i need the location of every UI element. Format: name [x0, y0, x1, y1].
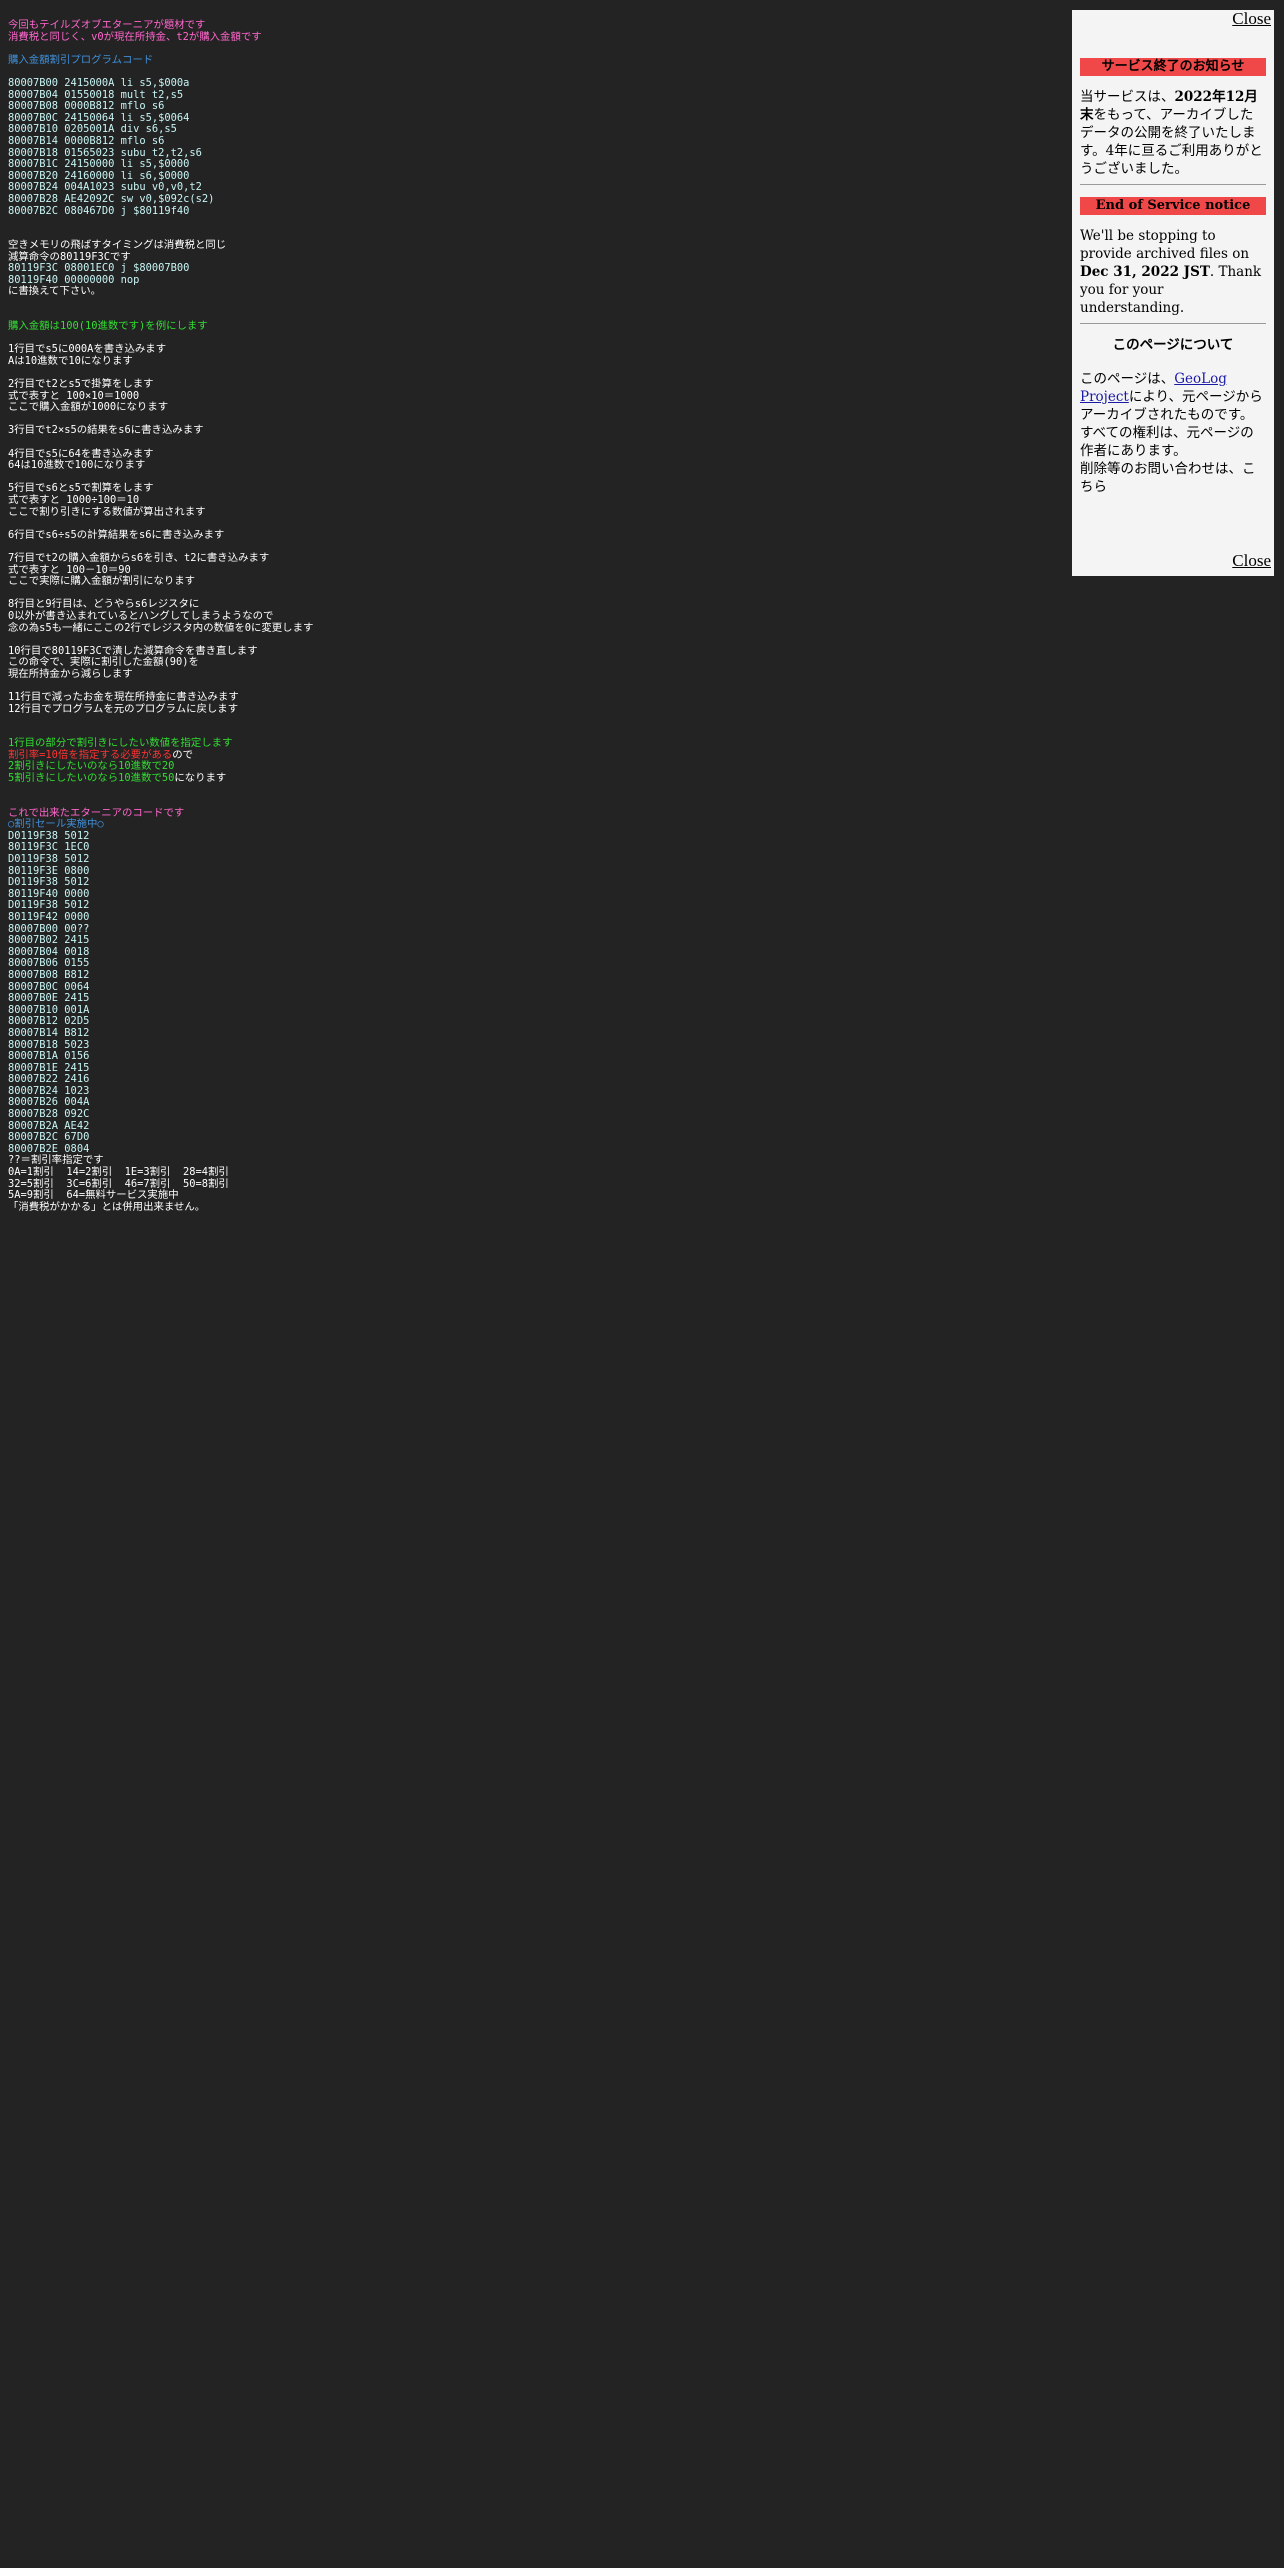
explain-line: 式で表すと 1000÷100＝10 [8, 493, 140, 506]
code-line: 80007B2C 080467D0 j $80119f40 [8, 204, 190, 217]
code-line: 80007B0E 2415 [8, 992, 90, 1005]
explain-line: 1行目でs5に000Aを書き込みます [8, 343, 167, 356]
about-contact: 削除等のお問い合わせは、こちら [1080, 461, 1256, 495]
intro-line: 今回もテイルズオブエターニアが題材です [8, 19, 206, 31]
explain-line: 念の為s5も一緒にここの2行でレジスタ内の数値を0に変更します [8, 621, 314, 634]
explain-line: ここで購入金額が1000になります [8, 401, 169, 414]
notice-heading-jp: サービス終了のお知らせ [1080, 58, 1266, 76]
code-line: 80119F3E 0800 [8, 864, 90, 877]
code-line: 80007B1A 0156 [8, 1050, 90, 1063]
code-line: 80007B2A AE42 [8, 1119, 90, 1132]
explain-line: 5行目でs6とs5で割算をします [8, 482, 154, 495]
code-line: 80007B04 0018 [8, 945, 90, 958]
code-line: 80007B12 02D5 [8, 1015, 90, 1028]
code-line: 80007B24 1023 [8, 1084, 90, 1097]
code-line: 80007B0C 0064 [8, 980, 90, 993]
final-code-block: D0119F38 5012 80119F3C 1EC0 D0119F38 5012 8… [8, 829, 1058, 1156]
explain-line: この命令で、実際に割引した金額(90)を [8, 656, 199, 669]
explain-line: 現在所持金から減らします [8, 667, 133, 680]
code-line: D0119F38 5012 [8, 876, 90, 889]
about-rights: すべての権利は、元ページの作者にあります。 [1080, 425, 1254, 459]
code-line: 80007B28 092C [8, 1108, 90, 1121]
close-button[interactable]: Close [1232, 10, 1271, 28]
code-line: 80007B02 2415 [8, 934, 90, 947]
notice-heading-en: End of Service notice [1080, 197, 1266, 215]
code-line: 80007B28 AE42092C sw v0,$092c(s2) [8, 192, 215, 205]
code-line: 80119F40 0000 [8, 887, 90, 900]
code-line: 80007B1C 24150000 li s5,$0000 [8, 158, 190, 171]
code-line: 80007B08 0000B812 mflo s6 [8, 100, 165, 113]
program-code-block: 80007B00 2415000A li s5,$000a 80007B04 01… [8, 76, 1058, 217]
code-line: D0119F38 5012 [8, 829, 90, 842]
explain-line: 0以外が書き込まれているとハングしてしまうようなので [8, 609, 274, 622]
rate-table: 0A=1割引 14=2割引 1E=3割引 28=4割引 32=5割引 3C=6割引… [8, 1166, 1058, 1202]
code-line: 80007B00 2415000A li s5,$000a [8, 76, 190, 89]
code-line: 80007B2C 67D0 [8, 1131, 90, 1144]
intro-line: 消費税と同じく、v0が現在所持金、t2が購入金額です [8, 30, 262, 43]
code-line: 80119F42 0000 [8, 910, 90, 923]
main-content: 今回もテイルズオブエターニアが題材です 消費税と同じく、v0が現在所持金、t2が… [8, 19, 1058, 1213]
explain-title: 購入金額は100(10進数です)を例にします [8, 320, 208, 333]
explain-section: 1行目でs5に000Aを書き込みます Aは10進数で10になります 2行目でt2とs… [8, 344, 1058, 715]
code-line: 80007B00 00?? [8, 922, 90, 935]
code-line: 80007B08 B812 [8, 968, 90, 981]
discount-text: 5割引きにしたいのなら10進数で50になります [8, 772, 227, 785]
service-notice-panel: Close サービス終了のお知らせ 当サービスは、2022年12月末をもって、ア… [1072, 10, 1274, 576]
hook-text: に書換えて下さい。 [8, 285, 101, 298]
code-line: D0119F38 5012 [8, 899, 90, 912]
final-subtitle: ○割引セール実施中○ [8, 818, 104, 831]
code-line: 80007B1E 2415 [8, 1061, 90, 1074]
explain-line: Aは10進数で10になります [8, 354, 133, 367]
program-title: 購入金額割引プログラムコード [8, 53, 154, 66]
about-text: このページは、GeoLog Projectにより、元ページからアーカイブされたも… [1080, 371, 1263, 423]
explain-line: 6行目でs6÷s5の計算結果をs6に書き込みます [8, 528, 225, 541]
code-line: 80007B06 0155 [8, 957, 90, 970]
notice-text-jp: 当サービスは、2022年12月末をもって、アーカイブしたデータの公開を終了いたし… [1080, 89, 1263, 177]
divider [1080, 323, 1266, 324]
code-line: 80007B26 004A [8, 1096, 90, 1109]
explain-line: 7行目でt2の購入金額からs6を引き、t2に書き込みます [8, 551, 270, 564]
hook-code: 80119F3C 08001EC0 j $80007B00 [8, 262, 190, 275]
code-line: 80007B10 001A [8, 1003, 90, 1016]
explain-line: ここで実際に購入金額が割引になります [8, 575, 196, 588]
close-button-bottom[interactable]: Close [1230, 552, 1271, 570]
code-line: 80007B04 01550018 mult t2,s5 [8, 88, 184, 101]
code-line: 80007B22 2416 [8, 1073, 90, 1086]
explain-line: 2行目でt2とs5で掛算をします [8, 378, 154, 391]
notice-text-en: We'll be stopping to provide archived fi… [1080, 228, 1262, 316]
final-note: 「消費税がかかる」とは併用出来ません。 [8, 1200, 206, 1213]
final-title: これで出来たエターニアのコードです [8, 806, 185, 819]
code-line: 80119F3C 1EC0 [8, 841, 90, 854]
explain-line: 3行目でt2×s5の結果をs6に書き込みます [8, 424, 204, 437]
code-line: 80007B18 5023 [8, 1038, 90, 1051]
explain-line: 12行目でプログラムを元のプログラムに戻します [8, 702, 239, 715]
explain-line: 64は10進数で100になります [8, 459, 146, 472]
explain-line: 4行目でs5に64を書き込みます [8, 447, 154, 460]
code-line: 80007B14 0000B812 mflo s6 [8, 134, 165, 147]
rate-line: 0A=1割引 14=2割引 1E=3割引 28=4割引 [8, 1166, 229, 1179]
about-title: このページについて [1112, 337, 1234, 353]
code-line: 80007B2E 0804 [8, 1142, 90, 1155]
code-line: 80007B10 0205001A div s6,s5 [8, 123, 177, 136]
explain-line: ここで割り引きにする数値が算出されます [8, 505, 206, 518]
explain-line: 11行目で減ったお金を現在所持金に書き込みます [8, 691, 239, 704]
divider [1080, 184, 1266, 185]
code-line: D0119F38 5012 [8, 853, 90, 865]
hook-code: 80119F40 00000000 nop [8, 273, 140, 286]
hook-text: 空きメモリの飛ばすタイミングは消費税と同じ [8, 239, 227, 252]
code-line: 80007B14 B812 [8, 1026, 90, 1039]
